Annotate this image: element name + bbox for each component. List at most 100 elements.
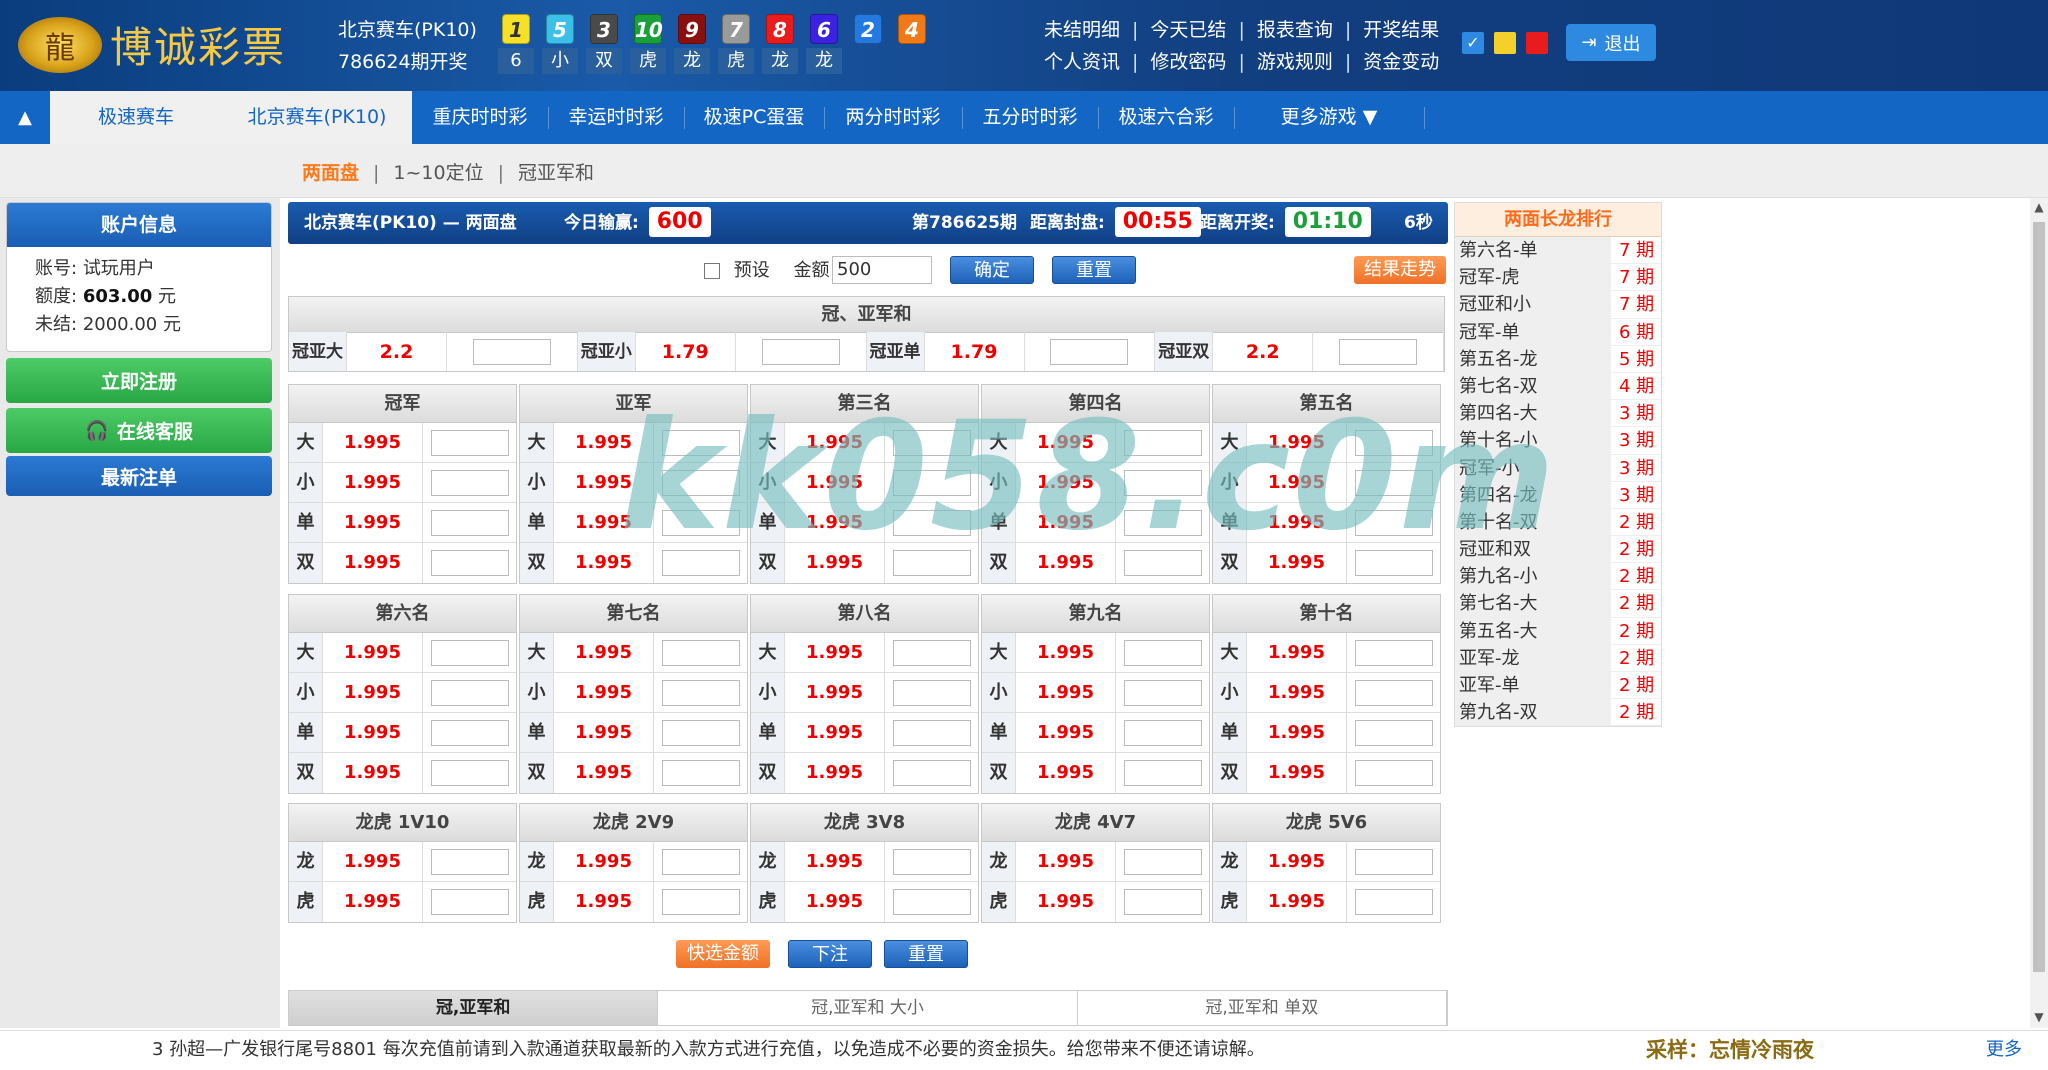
trend-button[interactable]: 结果走势 xyxy=(1354,256,1446,284)
bet-odds[interactable]: 1.995 xyxy=(1016,882,1116,922)
bet-amount-input[interactable] xyxy=(1354,760,1433,786)
bet-amount-input[interactable] xyxy=(892,679,971,706)
bet-amount-input[interactable] xyxy=(1354,639,1433,666)
bet-odds[interactable]: 1.995 xyxy=(785,882,885,922)
nav-tab[interactable]: 北京赛车(PK10) xyxy=(222,91,412,144)
subnav-item[interactable]: 两面盘 xyxy=(302,162,359,184)
bet-odds[interactable]: 1.995 xyxy=(323,753,423,793)
logout-button[interactable]: ⇥ 退出 xyxy=(1566,24,1656,61)
bet-amount-input[interactable] xyxy=(661,509,740,536)
top-link[interactable]: 今天已结 xyxy=(1150,19,1226,41)
bet-amount-input[interactable] xyxy=(661,760,740,786)
bet-odds[interactable]: 1.995 xyxy=(785,673,885,712)
bet-amount-input[interactable] xyxy=(430,760,509,786)
bet-odds[interactable]: 2.2 xyxy=(347,332,447,371)
bet-odds[interactable]: 1.995 xyxy=(323,543,423,583)
bet-amount-input[interactable] xyxy=(1354,469,1433,496)
bet-amount-input[interactable] xyxy=(430,429,509,456)
top-link[interactable]: 资金变动 xyxy=(1363,51,1439,73)
bet-amount-input[interactable] xyxy=(892,639,971,666)
bet-odds[interactable]: 1.995 xyxy=(1247,713,1347,752)
bet-odds[interactable]: 1.995 xyxy=(785,842,885,881)
theme-swatch[interactable]: ✓ xyxy=(1462,32,1484,54)
bet-amount-input[interactable] xyxy=(1354,889,1433,915)
bet-amount-input[interactable] xyxy=(430,469,509,496)
bet-amount-input[interactable] xyxy=(1354,509,1433,536)
bet-amount-input[interactable] xyxy=(661,639,740,666)
nav-tab[interactable]: 极速PC蛋蛋 xyxy=(684,91,824,144)
theme-swatch[interactable] xyxy=(1526,32,1548,54)
theme-swatch[interactable] xyxy=(1494,32,1516,54)
bet-amount-input[interactable] xyxy=(892,469,971,496)
bet-amount-input[interactable] xyxy=(1123,719,1202,746)
bet-amount-input[interactable] xyxy=(1339,338,1418,365)
more-link[interactable]: 更多 xyxy=(1986,1031,2022,1069)
amount-input[interactable]: 500 xyxy=(832,256,932,284)
bet-odds[interactable]: 1.995 xyxy=(323,633,423,672)
quick-amount-button[interactable]: 快选金额 xyxy=(676,940,770,968)
bet-odds[interactable]: 1.995 xyxy=(554,633,654,672)
bet-amount-input[interactable] xyxy=(1123,848,1202,875)
bet-amount-input[interactable] xyxy=(661,550,740,576)
nav-tab[interactable]: 极速赛车 xyxy=(50,91,222,144)
bet-amount-input[interactable] xyxy=(892,429,971,456)
bet-amount-input[interactable] xyxy=(661,429,740,456)
bet-amount-input[interactable] xyxy=(892,760,971,786)
bet-odds[interactable]: 1.995 xyxy=(1016,503,1116,542)
bet-amount-input[interactable] xyxy=(472,338,551,365)
result-tab[interactable]: 冠,亚军和 大小 xyxy=(658,991,1078,1025)
top-link[interactable]: 未结明细 xyxy=(1044,19,1120,41)
bet-odds[interactable]: 1.995 xyxy=(785,423,885,462)
bet-odds[interactable]: 1.995 xyxy=(1247,842,1347,881)
bet-odds[interactable]: 1.995 xyxy=(785,543,885,583)
nav-tab[interactable]: 重庆时时彩 xyxy=(412,91,548,144)
scroll-up-icon[interactable]: ▲ xyxy=(2030,198,2048,216)
bet-odds[interactable]: 2.2 xyxy=(1213,332,1314,371)
top-link[interactable]: 修改密码 xyxy=(1150,51,1226,73)
bet-amount-input[interactable] xyxy=(430,848,509,875)
result-tab[interactable]: 冠,亚军和 单双 xyxy=(1078,991,1447,1025)
bet-odds[interactable]: 1.995 xyxy=(323,423,423,462)
bet-amount-input[interactable] xyxy=(1123,469,1202,496)
bet-odds[interactable]: 1.79 xyxy=(925,332,1025,371)
bet-amount-input[interactable] xyxy=(1354,679,1433,706)
bet-amount-input[interactable] xyxy=(892,509,971,536)
bet-odds[interactable]: 1.995 xyxy=(554,753,654,793)
top-link[interactable]: 游戏规则 xyxy=(1257,51,1333,73)
bet-odds[interactable]: 1.995 xyxy=(554,673,654,712)
bet-amount-input[interactable] xyxy=(661,719,740,746)
bet-odds[interactable]: 1.995 xyxy=(323,713,423,752)
bet-amount-input[interactable] xyxy=(1354,719,1433,746)
bet-amount-input[interactable] xyxy=(1123,550,1202,576)
bet-amount-input[interactable] xyxy=(661,848,740,875)
nav-tab[interactable]: 更多游戏 ▼ xyxy=(1234,91,1424,144)
bet-odds[interactable]: 1.995 xyxy=(323,882,423,922)
result-tab[interactable]: 冠,亚军和 xyxy=(289,991,659,1025)
bet-odds[interactable]: 1.995 xyxy=(1247,882,1347,922)
bet-odds[interactable]: 1.995 xyxy=(323,503,423,542)
bet-odds[interactable]: 1.995 xyxy=(785,753,885,793)
bet-odds[interactable]: 1.995 xyxy=(1016,543,1116,583)
nav-tab[interactable]: 幸运时时彩 xyxy=(548,91,684,144)
bet-odds[interactable]: 1.995 xyxy=(554,423,654,462)
latest-bets-button[interactable]: 最新注单 xyxy=(6,456,272,496)
reset-bottom-button[interactable]: 重置 xyxy=(884,940,968,968)
bet-amount-input[interactable] xyxy=(1050,338,1129,365)
bet-odds[interactable]: 1.995 xyxy=(323,673,423,712)
bet-odds[interactable]: 1.995 xyxy=(1016,423,1116,462)
top-link[interactable]: 报表查询 xyxy=(1257,19,1333,41)
bet-amount-input[interactable] xyxy=(430,719,509,746)
reset-button[interactable]: 重置 xyxy=(1052,256,1136,284)
bet-amount-input[interactable] xyxy=(1354,848,1433,875)
confirm-button[interactable]: 确定 xyxy=(950,256,1034,284)
bet-odds[interactable]: 1.995 xyxy=(1247,423,1347,462)
nav-tab[interactable]: 两分时时彩 xyxy=(824,91,962,144)
top-link[interactable]: 开奖结果 xyxy=(1363,19,1439,41)
bet-odds[interactable]: 1.995 xyxy=(785,463,885,502)
bet-odds[interactable]: 1.995 xyxy=(1016,463,1116,502)
bet-odds[interactable]: 1.995 xyxy=(1247,463,1347,502)
bet-amount-input[interactable] xyxy=(892,889,971,915)
bet-odds[interactable]: 1.995 xyxy=(1247,543,1347,583)
bet-odds[interactable]: 1.995 xyxy=(785,633,885,672)
top-link[interactable]: 个人资讯 xyxy=(1044,51,1120,73)
